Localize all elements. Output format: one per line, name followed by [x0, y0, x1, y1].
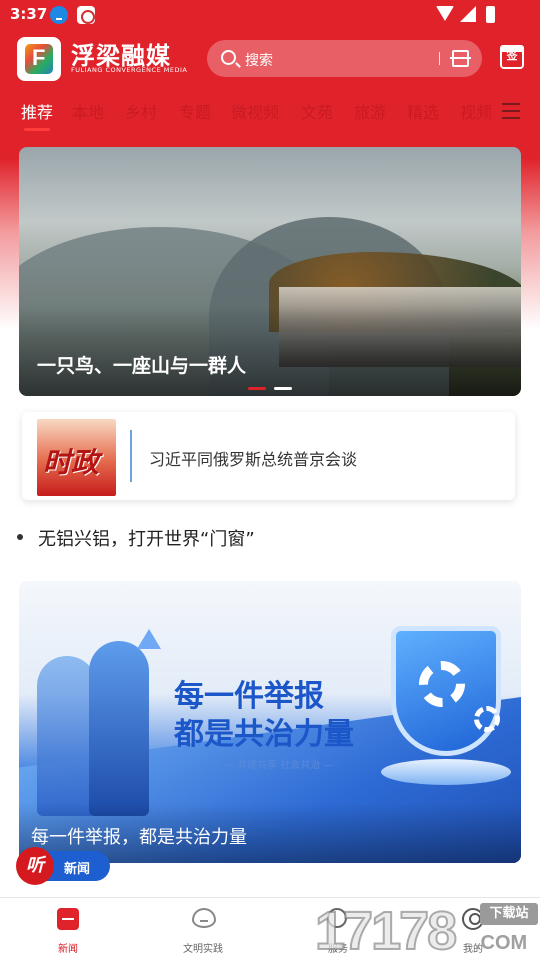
nav-news[interactable]: 新闻	[23, 898, 113, 960]
watermark-domain: .COM	[475, 932, 528, 954]
headline-item[interactable]: 无铝兴铝，打开世界“门窗”	[38, 525, 255, 551]
politics-badge: 时政	[37, 419, 116, 496]
search-bar[interactable]: 搜索	[207, 40, 482, 77]
nav-news-label: 新闻	[58, 944, 78, 955]
app-notification-icon	[77, 6, 95, 24]
tab-village[interactable]: 乡村	[125, 99, 157, 123]
watermark: 17178 下载站 .COM	[314, 900, 540, 960]
gear-icon	[419, 661, 465, 707]
tab-recommend[interactable]: 推荐	[21, 99, 53, 123]
tab-video[interactable]: 视频	[460, 99, 492, 123]
listen-news-button[interactable]: 听 新闻	[16, 847, 110, 885]
politics-headline: 习近平同俄罗斯总统普京会谈	[149, 450, 358, 469]
listen-news-label: 新闻	[64, 862, 91, 877]
gear-icon	[474, 706, 500, 732]
menu-icon[interactable]	[502, 103, 520, 119]
status-icons	[436, 6, 506, 24]
arrow-up-icon	[137, 629, 161, 649]
politics-news-card[interactable]: 时政 习近平同俄罗斯总统普京会谈	[22, 412, 515, 500]
status-bar: 3:37	[0, 0, 540, 30]
tab-special[interactable]: 专题	[179, 99, 211, 123]
category-tabs: 推荐 本地 乡村 专题 微视频 文苑 旅游 精选 视频	[0, 92, 540, 132]
feature-caption: 每一件举报，都是共治力量	[31, 827, 247, 848]
heart-icon	[192, 908, 216, 928]
sign-in-calendar-icon[interactable]: 签	[500, 45, 524, 69]
feature-title-line2: 都是共治力量	[174, 717, 354, 752]
brand-subtitle: FULIANG CONVERGENCE MEDIA	[71, 66, 188, 74]
tab-selected[interactable]: 精选	[407, 99, 439, 123]
wifi-icon	[436, 6, 454, 21]
person-figure-icon	[37, 656, 97, 816]
download-icon	[50, 6, 68, 24]
search-icon	[221, 50, 236, 65]
nav-civilization-label: 文明实践	[183, 944, 223, 955]
nav-civilization[interactable]: 文明实践	[158, 898, 248, 960]
search-placeholder: 搜索	[245, 53, 273, 69]
news-icon	[57, 908, 79, 930]
scan-icon[interactable]	[450, 50, 471, 67]
banner-caption: 一只鸟、一座山与一群人	[37, 355, 247, 377]
tab-local[interactable]: 本地	[72, 99, 104, 123]
person-figure-icon	[89, 641, 149, 816]
app-logo-icon	[17, 37, 61, 81]
tab-micro-video[interactable]: 微视频	[231, 99, 279, 123]
feature-banner[interactable]: 每一件举报 都是共治力量 — 共建共享 社会共治 — 每一件举报，都是共治力量	[19, 581, 521, 863]
banner-carousel[interactable]: 一只鸟、一座山与一群人	[19, 147, 521, 396]
shield-base	[381, 759, 511, 785]
active-tab-indicator	[24, 128, 50, 131]
carousel-dot-active[interactable]	[248, 387, 266, 390]
bullet-icon	[17, 534, 23, 540]
listen-icon: 听	[16, 847, 54, 885]
carousel-dot[interactable]	[274, 387, 292, 390]
watermark-digits: 17178	[314, 900, 458, 960]
sign-label: 签	[506, 49, 518, 62]
feature-subtitle: — 共建共享 社会共治 —	[224, 760, 334, 771]
status-time: 3:37	[10, 5, 48, 23]
search-divider	[439, 52, 440, 65]
tab-travel[interactable]: 旅游	[354, 99, 386, 123]
tab-literature[interactable]: 文苑	[301, 99, 333, 123]
battery-icon	[486, 6, 495, 23]
signal-icon	[460, 6, 476, 22]
card-divider	[130, 430, 132, 482]
watermark-badge: 下载站	[480, 903, 538, 925]
